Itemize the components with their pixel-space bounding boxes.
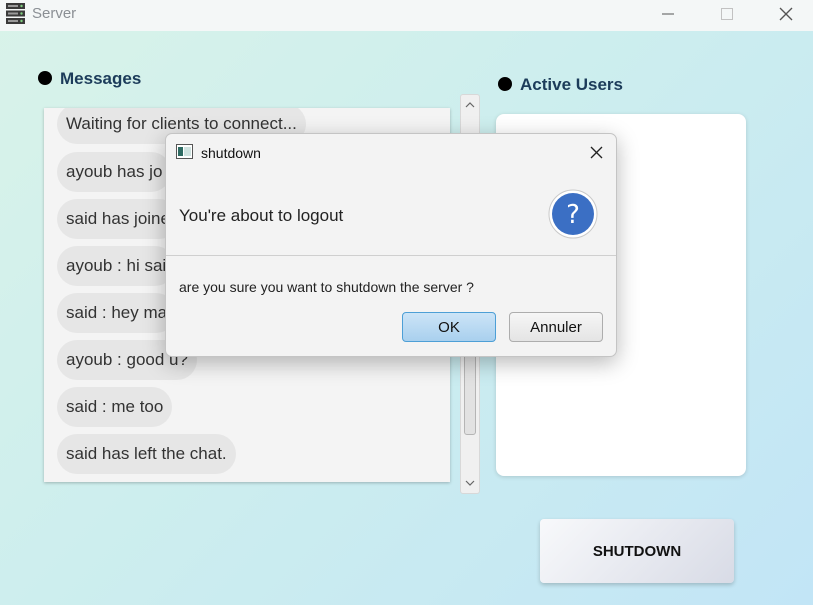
minimize-button[interactable] — [645, 0, 691, 28]
ok-button[interactable]: OK — [402, 312, 496, 342]
window-icon — [176, 144, 193, 159]
dialog-close-button[interactable] — [584, 140, 608, 164]
users-heading: Active Users — [520, 75, 624, 94]
scroll-down-button[interactable] — [461, 473, 479, 493]
messages-bullet — [38, 71, 52, 85]
dialog-title: shutdown — [201, 145, 261, 161]
message-bubble: ayoub : hi sai — [57, 246, 176, 286]
shutdown-button[interactable]: SHUTDOWN — [540, 519, 734, 583]
close-icon — [590, 146, 602, 158]
svg-text:?: ? — [566, 200, 580, 230]
chevron-up-icon — [465, 102, 475, 108]
maximize-button[interactable] — [704, 0, 750, 28]
users-bullet — [498, 77, 512, 91]
messages-heading: Messages — [60, 69, 142, 88]
server-window: Server Messages Active Users Waiting for… — [0, 0, 813, 605]
minimize-icon — [662, 13, 674, 15]
cancel-button[interactable]: Annuler — [509, 312, 603, 342]
window-close-button[interactable] — [763, 0, 809, 28]
message-bubble: said : hey ma — [57, 293, 177, 333]
message-bubble: said : me too — [57, 387, 173, 427]
chevron-down-icon — [465, 480, 475, 486]
dialog-content-text: are you sure you want to shutdown the se… — [179, 279, 474, 295]
scroll-up-button[interactable] — [461, 95, 479, 115]
title-bar: Server — [0, 0, 813, 31]
message-bubble: said has left the chat. — [57, 434, 236, 474]
shutdown-dialog: shutdown You're about to logout ? are yo… — [165, 133, 617, 357]
dialog-separator — [166, 255, 616, 256]
window-title: Server — [32, 5, 77, 22]
question-icon: ? — [548, 189, 598, 239]
server-icon — [6, 3, 25, 24]
message-bubble: ayoub has jo — [57, 152, 172, 192]
close-icon — [779, 7, 793, 21]
dialog-title-bar: shutdown — [166, 134, 616, 170]
dialog-header-text: You're about to logout — [179, 206, 344, 225]
message-bubble: said has joine — [57, 199, 179, 239]
maximize-icon — [721, 8, 733, 20]
